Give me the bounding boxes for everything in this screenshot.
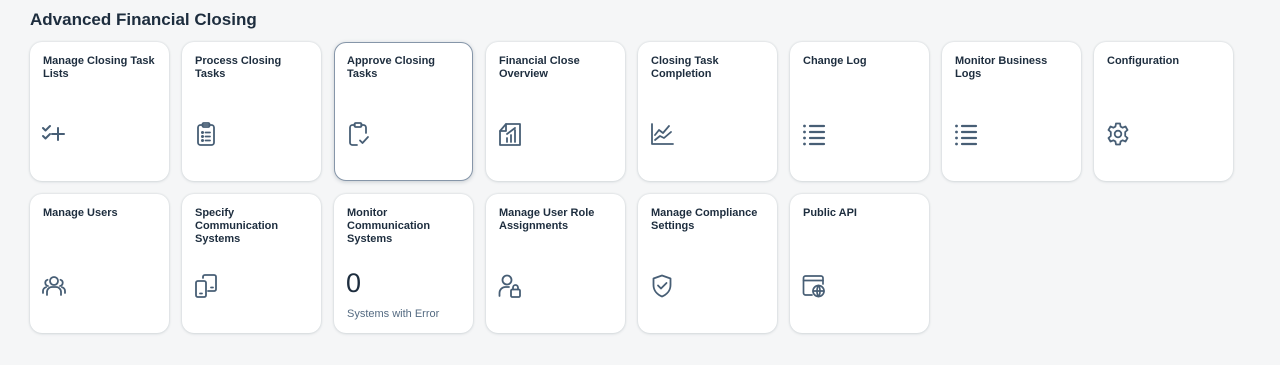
tile-title: Approve Closing Tasks (347, 55, 436, 80)
connected-devices-icon (193, 273, 219, 299)
tile-title: Closing Task Completion (651, 55, 719, 80)
tile-manage-user-role-assignments[interactable]: Manage User Role Assignments (486, 194, 625, 333)
tile-public-api[interactable]: Public API (790, 194, 929, 333)
kpi-value: 0 (346, 268, 362, 298)
tile-title: Monitor Communication Systems (347, 207, 431, 245)
tile-title: Manage Compliance Settings (651, 207, 758, 232)
tile-process-closing-tasks[interactable]: Process Closing Tasks (182, 42, 321, 181)
bulleted-list-icon (953, 121, 979, 147)
tile-title: Financial Close Overview (499, 55, 580, 80)
clipboard-check-icon (345, 121, 371, 147)
user-group-icon (41, 273, 67, 299)
tile-manage-users[interactable]: Manage Users (30, 194, 169, 333)
tile-title: Specify Communication Systems (195, 207, 279, 245)
tile-specify-communication-systems[interactable]: Specify Communication Systems (182, 194, 321, 333)
tile-approve-closing-tasks[interactable]: Approve Closing Tasks (334, 42, 473, 181)
line-chart-icon (649, 121, 675, 147)
tile-title: Public API (803, 207, 857, 219)
tile-financial-close-overview[interactable]: Financial Close Overview (486, 42, 625, 181)
check-list-add-icon (41, 121, 67, 147)
tile-monitor-communication-systems[interactable]: Monitor Communication Systems 0 Systems … (334, 194, 473, 333)
tile-closing-task-completion[interactable]: Closing Task Completion (638, 42, 777, 181)
shield-check-icon (649, 273, 675, 299)
bulleted-list-icon (801, 121, 827, 147)
tile-title: Change Log (803, 55, 867, 67)
tile-manage-closing-task-lists[interactable]: Manage Closing Task Lists (30, 42, 169, 181)
user-lock-icon (497, 273, 523, 299)
tile-change-log[interactable]: Change Log (790, 42, 929, 181)
kpi-footer: Systems with Error (347, 308, 440, 320)
tile-configuration[interactable]: Configuration (1094, 42, 1233, 181)
tile-title: Manage Closing Task Lists (43, 55, 155, 80)
tile-title: Configuration (1107, 55, 1180, 67)
clipboard-task-list-icon (193, 121, 219, 147)
group-title: Advanced Financial Closing (30, 10, 257, 29)
tile-title: Monitor Business Logs (955, 55, 1048, 80)
tile-title: Manage User Role Assignments (499, 207, 595, 232)
tile-title: Manage Users (43, 207, 118, 219)
tile-title: Process Closing Tasks (195, 55, 282, 80)
financial-report-chart-icon (497, 121, 523, 147)
gear-icon (1105, 121, 1131, 147)
tile-manage-compliance-settings[interactable]: Manage Compliance Settings (638, 194, 777, 333)
browser-globe-icon (801, 273, 827, 299)
tile-monitor-business-logs[interactable]: Monitor Business Logs (942, 42, 1081, 181)
